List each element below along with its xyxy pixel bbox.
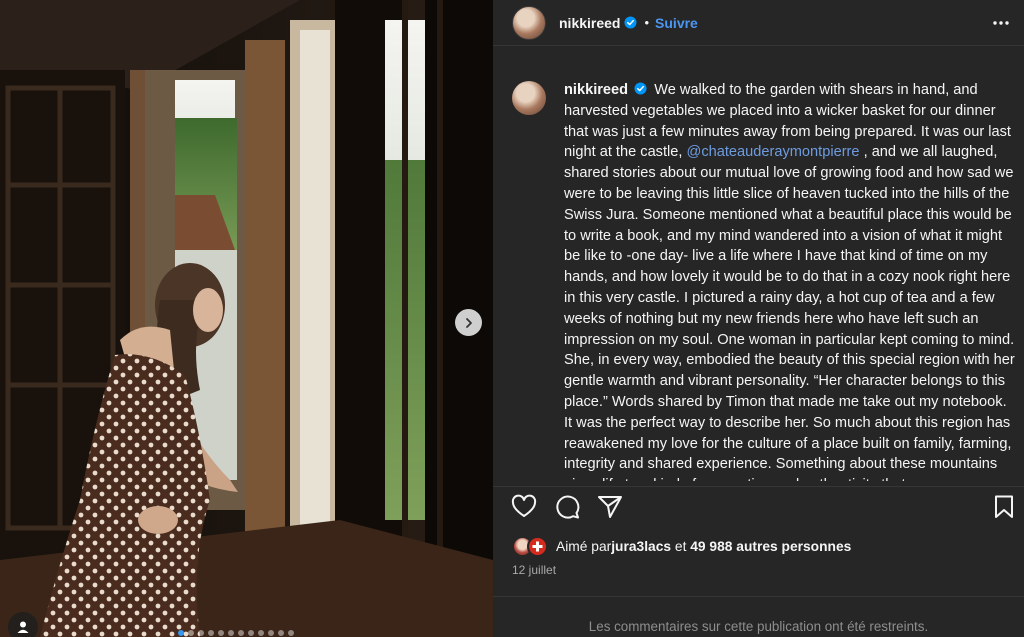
post-header: nikkireed • Suivre — [493, 0, 1024, 46]
tagged-users-button[interactable] — [8, 612, 38, 637]
caption-author[interactable]: nikkireed — [564, 82, 628, 98]
carousel-dot — [198, 630, 204, 636]
carousel-dot — [188, 630, 194, 636]
avatar[interactable] — [512, 5, 546, 40]
carousel-dot — [238, 630, 244, 636]
heart-icon[interactable] — [510, 493, 538, 521]
follow-button[interactable]: Suivre — [655, 15, 698, 31]
carousel-dot — [268, 630, 274, 636]
caption-body-end: , and we all laughed, shared stories abo… — [564, 144, 1015, 481]
post-photo — [0, 0, 493, 637]
caption-text: nikkireed We walked to the garden with s… — [564, 80, 1016, 481]
comments-restricted-notice: Les commentaires sur cette publication o… — [493, 596, 1024, 637]
caption-section[interactable]: nikkireed We walked to the garden with s… — [493, 72, 1024, 481]
user-tag-icon — [17, 621, 29, 633]
carousel-dot — [218, 630, 224, 636]
caption-avatar[interactable] — [512, 81, 546, 115]
verified-badge-icon — [624, 16, 638, 29]
chevron-right-icon — [465, 317, 472, 328]
action-bar — [493, 486, 1024, 526]
likes-middle: et — [671, 539, 691, 554]
carousel-indicator — [178, 630, 294, 636]
post-date[interactable]: 12 juillet — [512, 563, 556, 577]
separator-dot: • — [644, 15, 650, 30]
carousel-dot — [178, 630, 184, 636]
carousel-dot — [288, 630, 294, 636]
carousel-dot — [228, 630, 234, 636]
username-link[interactable]: nikkireed — [559, 15, 620, 31]
send-icon[interactable] — [596, 493, 624, 521]
bookmark-icon[interactable] — [990, 493, 1018, 521]
post-detail-panel: nikkireed • Suivre nikkireed We walked t… — [493, 0, 1024, 637]
next-slide-button[interactable] — [455, 309, 482, 336]
carousel-dot — [278, 630, 284, 636]
liker-avatars — [512, 536, 548, 557]
verified-badge-icon — [634, 82, 647, 95]
carousel-dot — [258, 630, 264, 636]
likes-prefix: Aimé par — [556, 539, 612, 554]
comment-icon[interactable] — [553, 493, 581, 521]
post-media[interactable] — [0, 0, 493, 637]
mention-link[interactable]: @chateauderaymontpierre — [687, 144, 860, 160]
first-liker-link[interactable]: jura3lacs — [611, 539, 671, 554]
swiss-flag-avatar — [527, 536, 548, 557]
more-horizontal-icon[interactable] — [992, 14, 1010, 32]
other-likers-link[interactable]: 49 988 autres personnes — [690, 539, 851, 554]
likes-summary[interactable]: Aimé par jura3lacs et 49 988 autres pers… — [512, 536, 851, 557]
carousel-dot — [208, 630, 214, 636]
carousel-dot — [248, 630, 254, 636]
